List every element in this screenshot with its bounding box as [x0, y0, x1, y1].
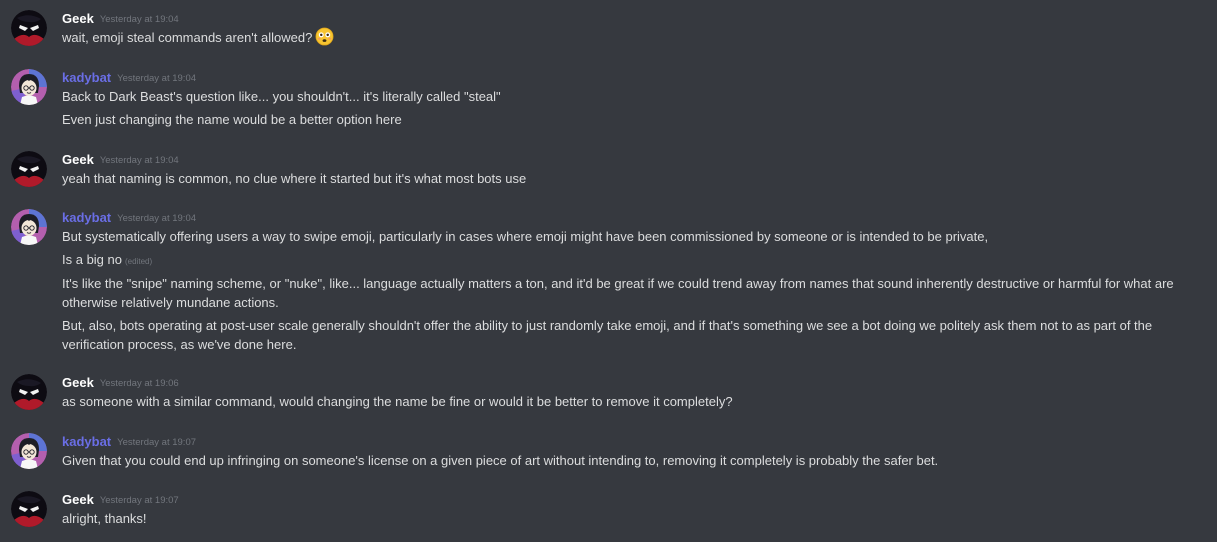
message-text: It's like the "snipe" naming scheme, or …	[62, 276, 1174, 310]
message-text: But systematically offering users a way …	[62, 229, 989, 244]
avatar-geek[interactable]	[11, 151, 47, 187]
cartoon-girl-avatar-icon	[11, 433, 47, 469]
username[interactable]: Geek	[62, 152, 94, 167]
username[interactable]: Geek	[62, 375, 94, 390]
message-text: wait, emoji steal commands aren't allowe…	[62, 27, 1199, 51]
avatar-geek[interactable]	[11, 374, 47, 410]
message-text: Given that you could end up infringing o…	[62, 453, 939, 468]
username[interactable]: Geek	[62, 492, 94, 507]
spiderman-avatar-icon	[11, 10, 47, 46]
message-text: Is a big no (edited)	[62, 252, 153, 267]
timestamp: Yesterday at 19:04	[117, 213, 197, 224]
message-text: alright, thanks!	[62, 511, 147, 526]
message-text: Back to Dark Beast's question like... yo…	[62, 89, 501, 104]
spiderman-avatar-icon	[11, 374, 47, 410]
spiderman-avatar-icon	[11, 491, 47, 527]
timestamp: Yesterday at 19:07	[99, 495, 179, 506]
username[interactable]: Geek	[62, 11, 94, 26]
timestamp: Yesterday at 19:04	[99, 155, 179, 166]
cartoon-girl-avatar-icon	[11, 69, 47, 105]
flushed-face-emoji-icon	[315, 27, 334, 51]
timestamp: Yesterday at 19:06	[99, 378, 179, 389]
username[interactable]: kadybat	[62, 70, 111, 85]
edited-marker: (edited)	[125, 257, 153, 266]
username[interactable]: kadybat	[62, 434, 111, 449]
avatar-kadybat[interactable]	[11, 433, 47, 469]
avatar-kadybat[interactable]	[11, 69, 47, 105]
avatar-geek[interactable]	[11, 10, 47, 46]
username[interactable]: kadybat	[62, 210, 111, 225]
message-list: Geek Yesterday at 19:04 wait, emoji steal…	[0, 0, 1217, 542]
timestamp: Yesterday at 19:04	[99, 14, 179, 25]
avatar-kadybat[interactable]	[11, 209, 47, 245]
spiderman-avatar-icon	[11, 151, 47, 187]
timestamp: Yesterday at 19:04	[117, 73, 197, 84]
message-text: Even just changing the name would be a b…	[62, 112, 402, 127]
cartoon-girl-avatar-icon	[11, 209, 47, 245]
timestamp: Yesterday at 19:07	[117, 437, 197, 448]
message-text: yeah that naming is common, no clue wher…	[62, 171, 527, 186]
avatar-geek[interactable]	[11, 491, 47, 527]
message-text: as someone with a similar command, would…	[62, 394, 733, 409]
message-text: But, also, bots operating at post-user s…	[62, 318, 1153, 352]
